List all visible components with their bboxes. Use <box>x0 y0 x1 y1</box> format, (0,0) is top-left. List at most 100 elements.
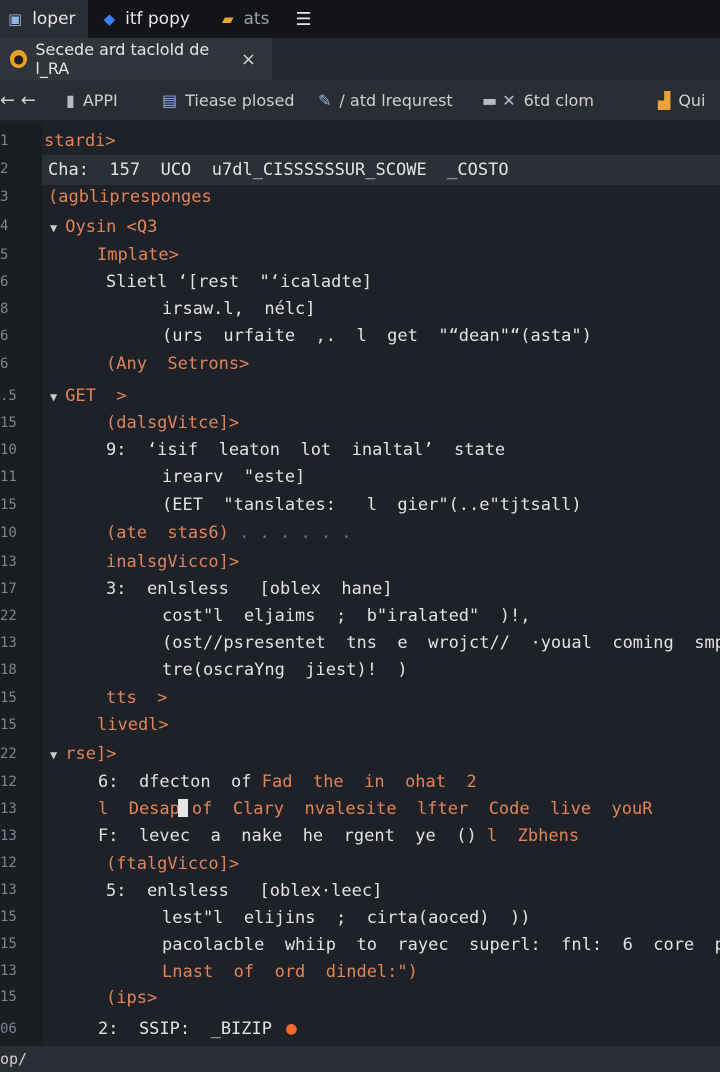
editor-tab[interactable]: ● Secede ard taclold de l_RA × <box>0 38 272 80</box>
code-editor[interactable]: 1 2 3 4 5 6 8 6 6 .5 15 10 11 15 10 13 1… <box>0 122 720 1046</box>
toolbar-item-lease[interactable]: ▤ Tiease plosed <box>162 80 295 120</box>
topbar-item-loper[interactable]: ▣ loper <box>0 0 88 38</box>
line-number: 15 <box>0 717 17 733</box>
code-line: ▼ rse]> <box>50 740 116 768</box>
line-number: 4 <box>0 218 9 234</box>
line-number: 12 <box>0 774 17 790</box>
line-number: 6 <box>0 328 9 344</box>
code-line: F: levec a nake he rgent ye () l Zbhens <box>98 822 579 850</box>
code-line: (ftalgVicco]> <box>106 850 239 878</box>
toolbar-label: Tiease plosed <box>185 90 295 110</box>
fold-arrow-icon[interactable]: ▼ <box>50 390 57 404</box>
toolbar-label: 6td clom <box>523 90 594 110</box>
code-text: Lnast of ord dindel:") <box>162 962 418 982</box>
code-line: 9: ‘isif leaton lot inaltal’ state <box>106 436 505 464</box>
tab-title: Secede ard taclold de l_RA <box>35 40 210 78</box>
line-number: 18 <box>0 662 17 678</box>
line-number-gutter: 1 2 3 4 5 6 8 6 6 .5 15 10 11 15 10 13 1… <box>0 122 42 1046</box>
code-line: (ate stas6) . . . . . . <box>106 519 352 547</box>
topbar-item-popy[interactable]: ◆ itf popy <box>96 0 202 38</box>
settings-icon: ▬ ✕ <box>482 90 516 110</box>
status-bar: op/ <box>0 1046 720 1072</box>
top-bar: ▣ loper ◆ itf popy ▰ ats ☰ <box>0 0 720 38</box>
line-number: 15 <box>0 936 17 952</box>
code-text: (ost//psresentet tns e wrojct// ·youal c… <box>162 633 720 653</box>
line-number: 13 <box>0 801 17 817</box>
code-text: 5: enlsless [oblex·leec] <box>106 881 383 901</box>
text-cursor <box>177 799 188 817</box>
code-text: GET > <box>65 386 127 406</box>
code-line: pacolacble whiip to rayec superl: fnl: 6… <box>162 931 720 959</box>
toolbar-item-api[interactable]: ▮ APPI <box>66 80 118 120</box>
code-area[interactable]: stardi> Cha: 157 UCO u7dl_CISSSSSSUR_SCO… <box>42 122 720 1046</box>
back-arrow-icon: ← ← <box>0 89 36 111</box>
tab-bar: ● Secede ard taclold de l_RA × <box>0 38 720 80</box>
code-text: (ips> <box>106 988 158 1008</box>
code-text: (agblipresponges <box>48 187 212 207</box>
back-button[interactable]: ← ← <box>0 80 36 120</box>
fold-arrow-icon[interactable]: ▼ <box>50 221 57 235</box>
toolbar-item-request[interactable]: ✎ / atd lrequrest <box>318 80 453 120</box>
close-icon[interactable]: × <box>241 49 256 70</box>
toolbar: ← ← ▮ APPI ▤ Tiease plosed ✎ / atd lrequ… <box>0 80 720 120</box>
api-icon: ▮ <box>66 90 75 110</box>
code-line: 6: dfecton of Fad the in ohat 2 <box>98 768 477 796</box>
code-line: inalsgVicco]> <box>106 548 239 576</box>
menu-button[interactable]: ☰ <box>287 0 333 38</box>
code-text: Fad the in ohat 2 <box>261 772 477 792</box>
code-line: 2: SSIP: _BIZIP ● <box>98 1015 297 1043</box>
line-number: 8 <box>0 301 9 317</box>
code-text: l Zbhens <box>486 826 580 846</box>
line-number: 17 <box>0 581 17 597</box>
line-number: 3 <box>0 189 9 205</box>
code-line: cost"l eljaims ; b"iralated" )!, <box>162 602 530 630</box>
code-line: (agblipresponges <box>48 183 212 211</box>
toolbar-item-clom[interactable]: ▬ ✕ 6td clom <box>482 80 594 120</box>
code-line: (Any Setrons> <box>106 350 249 378</box>
code-line: (dalsgVitce]> <box>106 409 239 437</box>
topbar-label: itf popy <box>125 9 190 29</box>
line-number: 11 <box>0 469 17 485</box>
code-line: ▼ Oysin <Q3 <box>50 213 157 241</box>
topbar-item-ats[interactable]: ▰ ats <box>214 0 282 38</box>
code-text: inalsgVicco]> <box>106 552 240 572</box>
code-line: Slietl ‘[rest "‘icaladte] <box>106 268 372 296</box>
code-text: Cha: 157 UCO u7dl_CISSSSSSUR_SCOWE _COST… <box>48 160 509 180</box>
line-number: .5 <box>0 388 17 404</box>
code-text: 6: dfecton of <box>98 772 252 792</box>
line-number: 10 <box>0 525 17 541</box>
code-line: 3: enlsless [oblex hane] <box>106 575 393 603</box>
toolbar-item-qui[interactable]: ▟ Qui <box>658 80 706 120</box>
code-line: 5: enlsless [oblex·leec] <box>106 877 382 905</box>
chart-icon: ▟ <box>658 90 671 110</box>
tab-icon: ● <box>10 50 28 68</box>
code-text: Slietl ‘[rest "‘icaladte] <box>106 272 373 292</box>
line-number: 15 <box>0 989 17 1005</box>
line-number: 15 <box>0 909 17 925</box>
topbar-label: loper <box>32 9 76 29</box>
code-text: pacolacble whiip to rayec superl: fnl: 6… <box>162 935 720 955</box>
code-text: (EET "tanslates: l gier"(..e"tjtsall) <box>162 495 582 515</box>
code-text: irsaw.l, nélc] <box>162 299 316 319</box>
code-line: l Desap of Clary nvalesite lfter Code liv… <box>98 795 652 823</box>
line-number: 1 <box>0 133 9 149</box>
line-number: 10 <box>0 442 17 458</box>
code-line: stardi> <box>44 127 116 155</box>
line-number: 22 <box>0 608 17 624</box>
code-text: Oysin <Q3 <box>65 217 158 237</box>
code-line: Implate> <box>97 241 179 269</box>
line-number: 15 <box>0 415 17 431</box>
code-text: F: levec a nake he rgent ye () <box>98 826 477 846</box>
toolbar-label: APPI <box>82 90 118 110</box>
line-number: 13 <box>0 554 17 570</box>
code-text: cost"l eljaims ; b"iralated" )!, <box>162 606 531 626</box>
code-line: Cha: 157 UCO u7dl_CISSSSSSUR_SCOWE _COST… <box>48 156 509 184</box>
status-text: op/ <box>0 1050 28 1068</box>
line-number: 06 <box>0 1021 17 1037</box>
location-pin-icon: ● <box>286 1018 297 1039</box>
topbar-label: ats <box>243 9 270 29</box>
line-number: 22 <box>0 746 17 762</box>
code-text: irearv "este] <box>162 467 306 487</box>
fold-arrow-icon[interactable]: ▼ <box>50 748 57 762</box>
line-number: 2 <box>0 161 9 177</box>
